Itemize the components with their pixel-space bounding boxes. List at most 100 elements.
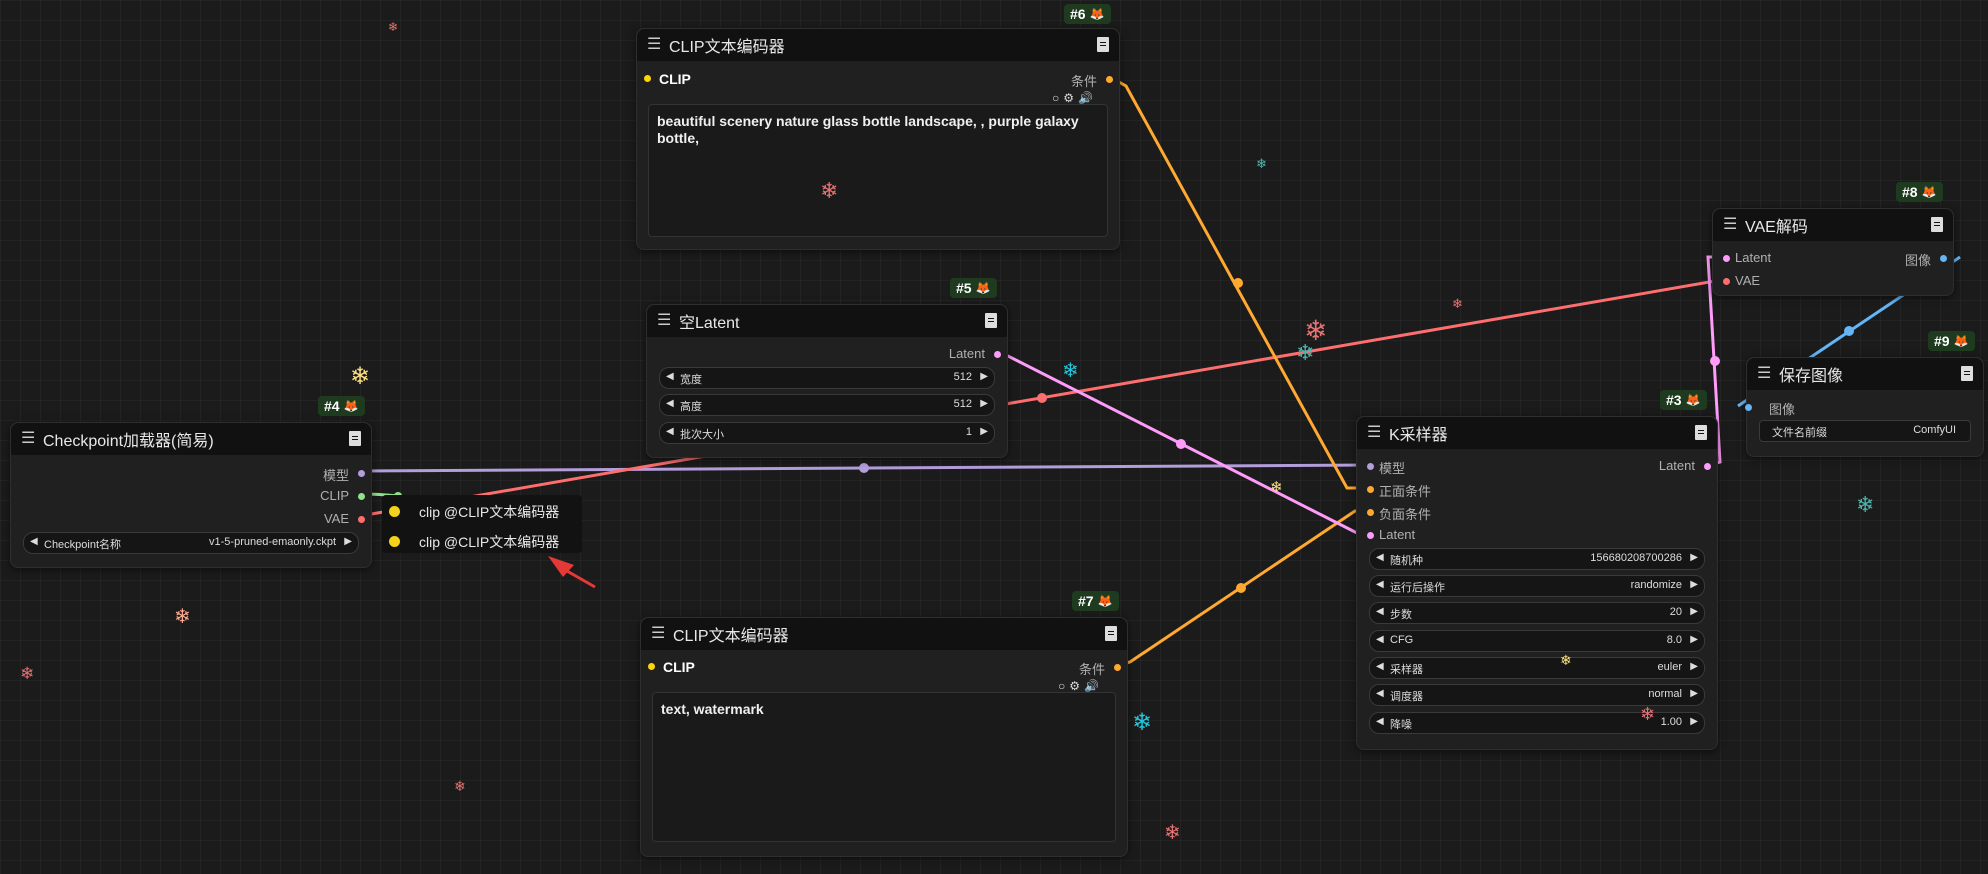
- clip-input-dot[interactable]: [648, 663, 655, 670]
- widget-value: 20: [1669, 606, 1682, 618]
- document-icon[interactable]: [1695, 425, 1707, 440]
- increment-arrow-icon[interactable]: ▶: [980, 398, 988, 409]
- conditioning-output-dot[interactable]: [1114, 664, 1121, 671]
- decrement-arrow-icon[interactable]: ◀: [1376, 606, 1384, 617]
- hamburger-menu-icon[interactable]: ☰: [1757, 366, 1779, 382]
- wire-model-midpoint[interactable]: [859, 463, 869, 473]
- decrement-arrow-icon[interactable]: ◀: [1376, 716, 1384, 727]
- increment-arrow-icon[interactable]: ▶: [1690, 688, 1698, 699]
- increment-arrow-icon[interactable]: ▶: [980, 371, 988, 382]
- snowflake-icon: ❄: [820, 178, 839, 203]
- widget-scheduler[interactable]: ◀ 调度器 normal ▶: [1369, 684, 1705, 706]
- clip-output-dot[interactable]: [358, 493, 365, 500]
- document-icon[interactable]: [1105, 626, 1117, 641]
- increment-arrow-icon[interactable]: ▶: [1690, 634, 1698, 645]
- node-save-image[interactable]: ☰ 保存图像 图像 文件名前缀 ComfyUI: [1745, 357, 1984, 457]
- decrement-arrow-icon[interactable]: ◀: [666, 371, 674, 382]
- image-input-dot[interactable]: [1745, 404, 1752, 411]
- positive-input-dot[interactable]: [1367, 486, 1374, 493]
- widget-sampler[interactable]: ◀ 采样器 euler ▶: [1369, 657, 1705, 679]
- increment-arrow-icon[interactable]: ▶: [1690, 552, 1698, 563]
- node-vae-decode[interactable]: ☰ VAE解码 Latent VAE 图像: [1712, 208, 1954, 296]
- hamburger-menu-icon[interactable]: ☰: [1367, 425, 1389, 441]
- model-output-dot[interactable]: [358, 470, 365, 477]
- hamburger-menu-icon[interactable]: ☰: [651, 626, 673, 642]
- fox-icon: 🦊: [1097, 594, 1113, 608]
- hamburger-menu-icon[interactable]: ☰: [21, 431, 43, 447]
- decrement-arrow-icon[interactable]: ◀: [1376, 661, 1384, 672]
- node-header[interactable]: ☰ Checkpoint加载器(简易): [11, 423, 371, 455]
- latent-output-dot[interactable]: [1704, 463, 1711, 470]
- node-header[interactable]: ☰ CLIP文本编码器: [641, 618, 1127, 650]
- hamburger-menu-icon[interactable]: ☰: [1723, 217, 1745, 233]
- vae-input-dot[interactable]: [1723, 278, 1730, 285]
- increment-arrow-icon[interactable]: ▶: [1690, 579, 1698, 590]
- decrement-arrow-icon[interactable]: ◀: [666, 398, 674, 409]
- prompt-textarea[interactable]: text, watermark: [652, 692, 1116, 842]
- wire-latent-in-midpoint[interactable]: [1176, 439, 1186, 449]
- increment-arrow-icon[interactable]: ▶: [980, 426, 988, 437]
- node-checkpoint-loader[interactable]: ☰ Checkpoint加载器(简易) 模型 CLIP VAE ◀ Checkp…: [10, 422, 372, 568]
- wire-negative-cond-midpoint[interactable]: [1236, 583, 1246, 593]
- document-icon[interactable]: [1931, 217, 1943, 232]
- wire-vae-midpoint[interactable]: [1037, 393, 1047, 403]
- widget-seed[interactable]: ◀ 随机种 156680208700286 ▶: [1369, 548, 1705, 570]
- widget-batch-size[interactable]: ◀ 批次大小 1 ▶: [659, 422, 995, 444]
- decrement-arrow-icon[interactable]: ◀: [1376, 552, 1384, 563]
- increment-arrow-icon[interactable]: ▶: [1690, 716, 1698, 727]
- node-header[interactable]: ☰ 空Latent: [647, 305, 1007, 337]
- text-tools-icons[interactable]: ○⚙🔊: [1058, 679, 1103, 693]
- widget-width[interactable]: ◀ 宽度 512 ▶: [659, 367, 995, 389]
- widget-control-after-generate[interactable]: ◀ 运行后操作 randomize ▶: [1369, 575, 1705, 597]
- node-empty-latent[interactable]: ☰ 空Latent Latent ◀ 宽度 512 ▶ ◀ 高度 512 ▶ ◀…: [646, 304, 1008, 458]
- node-header[interactable]: ☰ VAE解码: [1713, 209, 1953, 241]
- text-tools-icons[interactable]: ○⚙🔊: [1052, 91, 1097, 105]
- node-header[interactable]: ☰ CLIP文本编码器: [637, 29, 1119, 61]
- document-icon[interactable]: [1097, 37, 1109, 52]
- node-title: K采样器: [1389, 427, 1448, 444]
- decrement-arrow-icon[interactable]: ◀: [30, 536, 38, 547]
- widget-cfg[interactable]: ◀ CFG 8.0 ▶: [1369, 630, 1705, 652]
- decrement-arrow-icon[interactable]: ◀: [666, 426, 674, 437]
- latent-output-dot[interactable]: [994, 351, 1001, 358]
- widget-filename-prefix[interactable]: 文件名前缀 ComfyUI: [1759, 420, 1971, 442]
- decrement-arrow-icon[interactable]: ◀: [1376, 688, 1384, 699]
- negative-input-dot[interactable]: [1367, 509, 1374, 516]
- model-input-dot[interactable]: [1367, 463, 1374, 470]
- node-header[interactable]: ☰ 保存图像: [1747, 358, 1983, 390]
- hamburger-menu-icon[interactable]: ☰: [657, 313, 679, 329]
- node-header[interactable]: ☰ K采样器: [1357, 417, 1717, 449]
- clip-suggestion-item[interactable]: clip @CLIP文本编码器: [419, 532, 559, 552]
- node-id-label: #4: [324, 398, 340, 414]
- clip-input-dot[interactable]: [644, 75, 651, 82]
- node-clip-text-encoder-positive[interactable]: ☰ CLIP文本编码器 CLIP 条件 ○⚙🔊 beautiful scener…: [636, 28, 1120, 250]
- decrement-arrow-icon[interactable]: ◀: [1376, 579, 1384, 590]
- image-output-dot[interactable]: [1940, 255, 1947, 262]
- snowflake-icon: ❄: [454, 778, 466, 794]
- node-ksampler[interactable]: ☰ K采样器 模型 正面条件 负面条件 Latent Latent ◀ 随机种 …: [1356, 416, 1718, 750]
- prompt-textarea[interactable]: beautiful scenery nature glass bottle la…: [648, 104, 1108, 237]
- document-icon[interactable]: [985, 313, 997, 328]
- latent-input-dot[interactable]: [1723, 255, 1730, 262]
- widget-height[interactable]: ◀ 高度 512 ▶: [659, 394, 995, 416]
- widget-steps[interactable]: ◀ 步数 20 ▶: [1369, 602, 1705, 624]
- increment-arrow-icon[interactable]: ▶: [1690, 606, 1698, 617]
- widget-value: euler: [1657, 661, 1682, 673]
- vae-output-dot[interactable]: [358, 516, 365, 523]
- decrement-arrow-icon[interactable]: ◀: [1376, 634, 1384, 645]
- conditioning-output-dot[interactable]: [1106, 76, 1113, 83]
- wire-image-midpoint[interactable]: [1844, 326, 1854, 336]
- node-clip-text-encoder-negative[interactable]: ☰ CLIP文本编码器 CLIP 条件 ○⚙🔊 text, watermark: [640, 617, 1128, 857]
- latent-input-dot[interactable]: [1367, 532, 1374, 539]
- document-icon[interactable]: [1961, 366, 1973, 381]
- widget-value: 1.00: [1660, 716, 1682, 728]
- hamburger-menu-icon[interactable]: ☰: [647, 37, 669, 53]
- wire-latent-out-midpoint[interactable]: [1710, 356, 1720, 366]
- increment-arrow-icon[interactable]: ▶: [1690, 661, 1698, 672]
- widget-checkpoint-name[interactable]: ◀ Checkpoint名称 v1-5-pruned-emaonly.ckpt …: [23, 532, 359, 554]
- wire-positive-cond-midpoint[interactable]: [1233, 278, 1243, 288]
- document-icon[interactable]: [349, 431, 361, 446]
- increment-arrow-icon[interactable]: ▶: [344, 536, 352, 547]
- latent-input-label: Latent: [1379, 527, 1416, 542]
- clip-suggestion-item[interactable]: clip @CLIP文本编码器: [419, 502, 559, 522]
